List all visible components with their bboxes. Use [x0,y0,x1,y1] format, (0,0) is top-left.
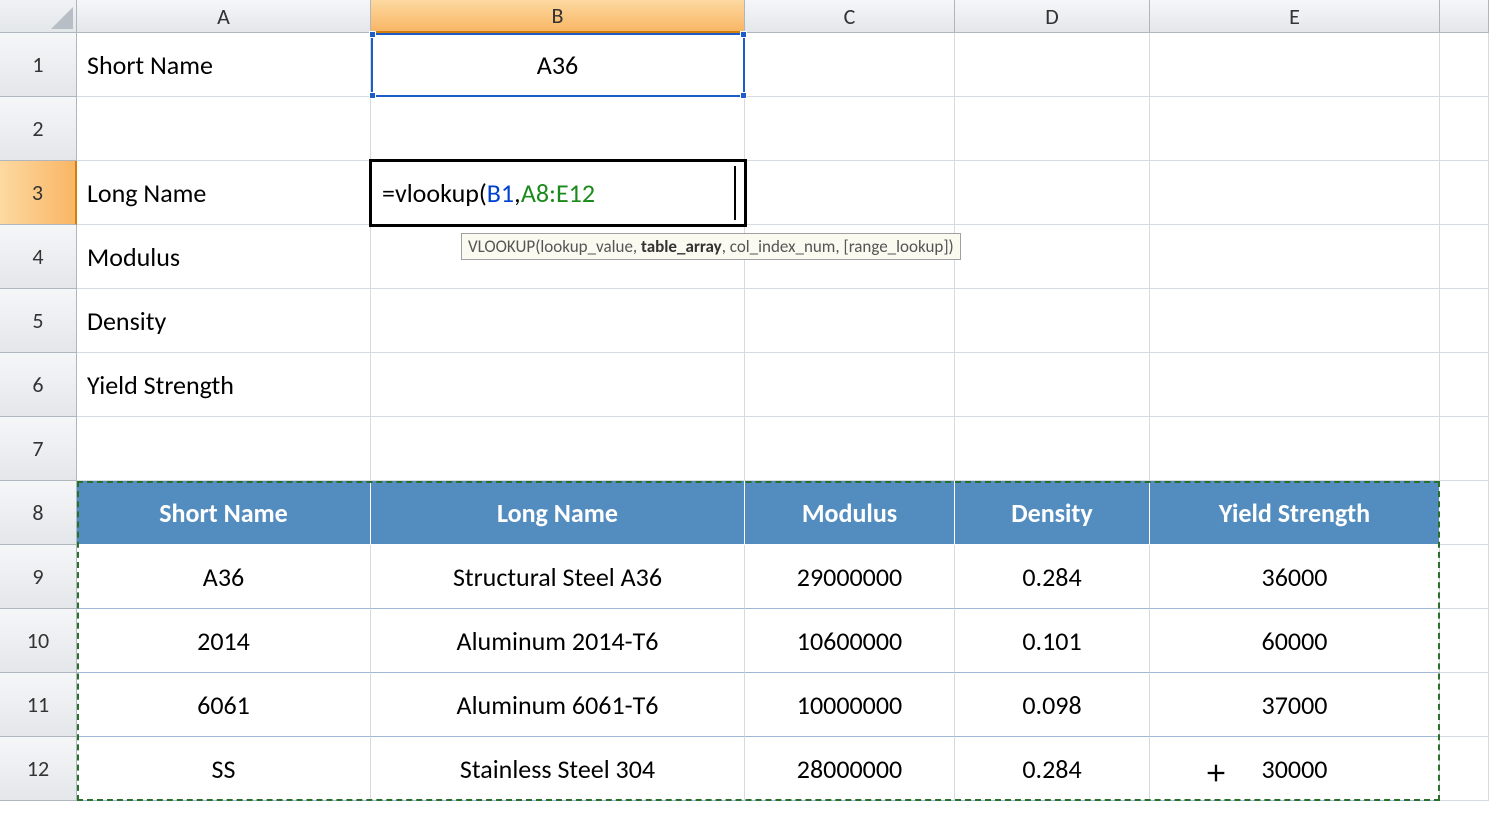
col-header-C[interactable]: C [745,0,955,33]
cell-D8[interactable]: Density [955,481,1150,545]
cell-C5[interactable] [745,289,955,353]
cell-E4[interactable] [1150,225,1440,289]
cell-D1[interactable] [955,33,1150,97]
cell-D11[interactable]: 0.098 [955,673,1150,737]
cell-B6[interactable] [371,353,745,417]
cell-overflow-2 [1440,97,1489,161]
cell-D6[interactable] [955,353,1150,417]
cell-A1[interactable]: Short Name [77,33,371,97]
col-header-overflow [1440,0,1489,33]
col-header-A[interactable]: A [77,0,371,33]
row-header-12[interactable]: 12 [0,737,77,801]
cell-C11[interactable]: 10000000 [745,673,955,737]
cell-A9[interactable]: A36 [77,545,371,609]
cell-B10[interactable]: Aluminum 2014-T6 [371,609,745,673]
cell-D7[interactable] [955,417,1150,481]
cell-B11[interactable]: Aluminum 6061-T6 [371,673,745,737]
cell-E1[interactable] [1150,33,1440,97]
cell-C9[interactable]: 29000000 [745,545,955,609]
cell-D5[interactable] [955,289,1150,353]
row-header-5[interactable]: 5 [0,289,77,353]
cell-overflow-8 [1440,481,1489,545]
row-header-4[interactable]: 4 [0,225,77,289]
cell-A2[interactable] [77,97,371,161]
cell-C8[interactable]: Modulus [745,481,955,545]
cell-E12[interactable]: 30000 [1150,737,1440,801]
cell-A7[interactable] [77,417,371,481]
cell-B8[interactable]: Long Name [371,481,745,545]
cell-A3[interactable]: Long Name [77,161,371,225]
cell-A6[interactable]: Yield Strength [77,353,371,417]
cell-D9[interactable]: 0.284 [955,545,1150,609]
cell-E9[interactable]: 36000 [1150,545,1440,609]
cell-overflow-3 [1440,161,1489,225]
cell-B7[interactable] [371,417,745,481]
fill-cursor-icon [1205,759,1227,781]
cell-E5[interactable] [1150,289,1440,353]
cell-B5[interactable] [371,289,745,353]
cell-D2[interactable] [955,97,1150,161]
cell-A11[interactable]: 6061 [77,673,371,737]
cell-B2[interactable] [371,97,745,161]
row-header-10[interactable]: 10 [0,609,77,673]
row-header-1[interactable]: 1 [0,33,77,97]
cell-D12[interactable]: 0.284 [955,737,1150,801]
cell-B1[interactable]: A36 [371,33,745,97]
cell-C7[interactable] [745,417,955,481]
cell-overflow-5 [1440,289,1489,353]
row-header-8[interactable]: 8 [0,481,77,545]
row-header-7[interactable]: 7 [0,417,77,481]
cell-D4[interactable] [955,225,1150,289]
row-header-3[interactable]: 3 [0,161,77,225]
cell-E6[interactable] [1150,353,1440,417]
cell-A4[interactable]: Modulus [77,225,371,289]
cell-E11[interactable]: 37000 [1150,673,1440,737]
cell-C12[interactable]: 28000000 [745,737,955,801]
col-header-E[interactable]: E [1150,0,1440,33]
cell-A10[interactable]: 2014 [77,609,371,673]
cell-A8[interactable]: Short Name [77,481,371,545]
cell-E10[interactable]: 60000 [1150,609,1440,673]
cell-overflow-12 [1440,737,1489,801]
cell-overflow-10 [1440,609,1489,673]
cell-B12[interactable]: Stainless Steel 304 [371,737,745,801]
cell-E8[interactable]: Yield Strength [1150,481,1440,545]
formula-tooltip: VLOOKUP(lookup_value, table_array, col_i… [461,233,961,260]
col-header-D[interactable]: D [955,0,1150,33]
cell-overflow-4 [1440,225,1489,289]
formula-edit-cell[interactable]: =vlookup(B1,A8:E12 [369,159,747,227]
col-header-B[interactable]: B [371,0,745,33]
row-header-11[interactable]: 11 [0,673,77,737]
spreadsheet-grid[interactable]: A B C D E 1 Short Name A36 2 3 Long Name… [0,0,1489,801]
cell-overflow-6 [1440,353,1489,417]
formula-text: =vlookup(B1,A8:E12 [382,177,595,209]
cell-overflow-1 [1440,33,1489,97]
cell-overflow-7 [1440,417,1489,481]
cell-overflow-11 [1440,673,1489,737]
cell-overflow-9 [1440,545,1489,609]
cell-A12[interactable]: SS [77,737,371,801]
cell-C1[interactable] [745,33,955,97]
cell-E7[interactable] [1150,417,1440,481]
cell-C6[interactable] [745,353,955,417]
cell-B9[interactable]: Structural Steel A36 [371,545,745,609]
cell-C10[interactable]: 10600000 [745,609,955,673]
cell-A5[interactable]: Density [77,289,371,353]
cell-E2[interactable] [1150,97,1440,161]
cell-E3[interactable] [1150,161,1440,225]
select-all-corner[interactable] [0,0,77,33]
cell-C3[interactable] [745,161,955,225]
cell-D10[interactable]: 0.101 [955,609,1150,673]
text-cursor [734,166,736,220]
row-header-6[interactable]: 6 [0,353,77,417]
cell-C2[interactable] [745,97,955,161]
row-header-9[interactable]: 9 [0,545,77,609]
row-header-2[interactable]: 2 [0,97,77,161]
cell-D3[interactable] [955,161,1150,225]
